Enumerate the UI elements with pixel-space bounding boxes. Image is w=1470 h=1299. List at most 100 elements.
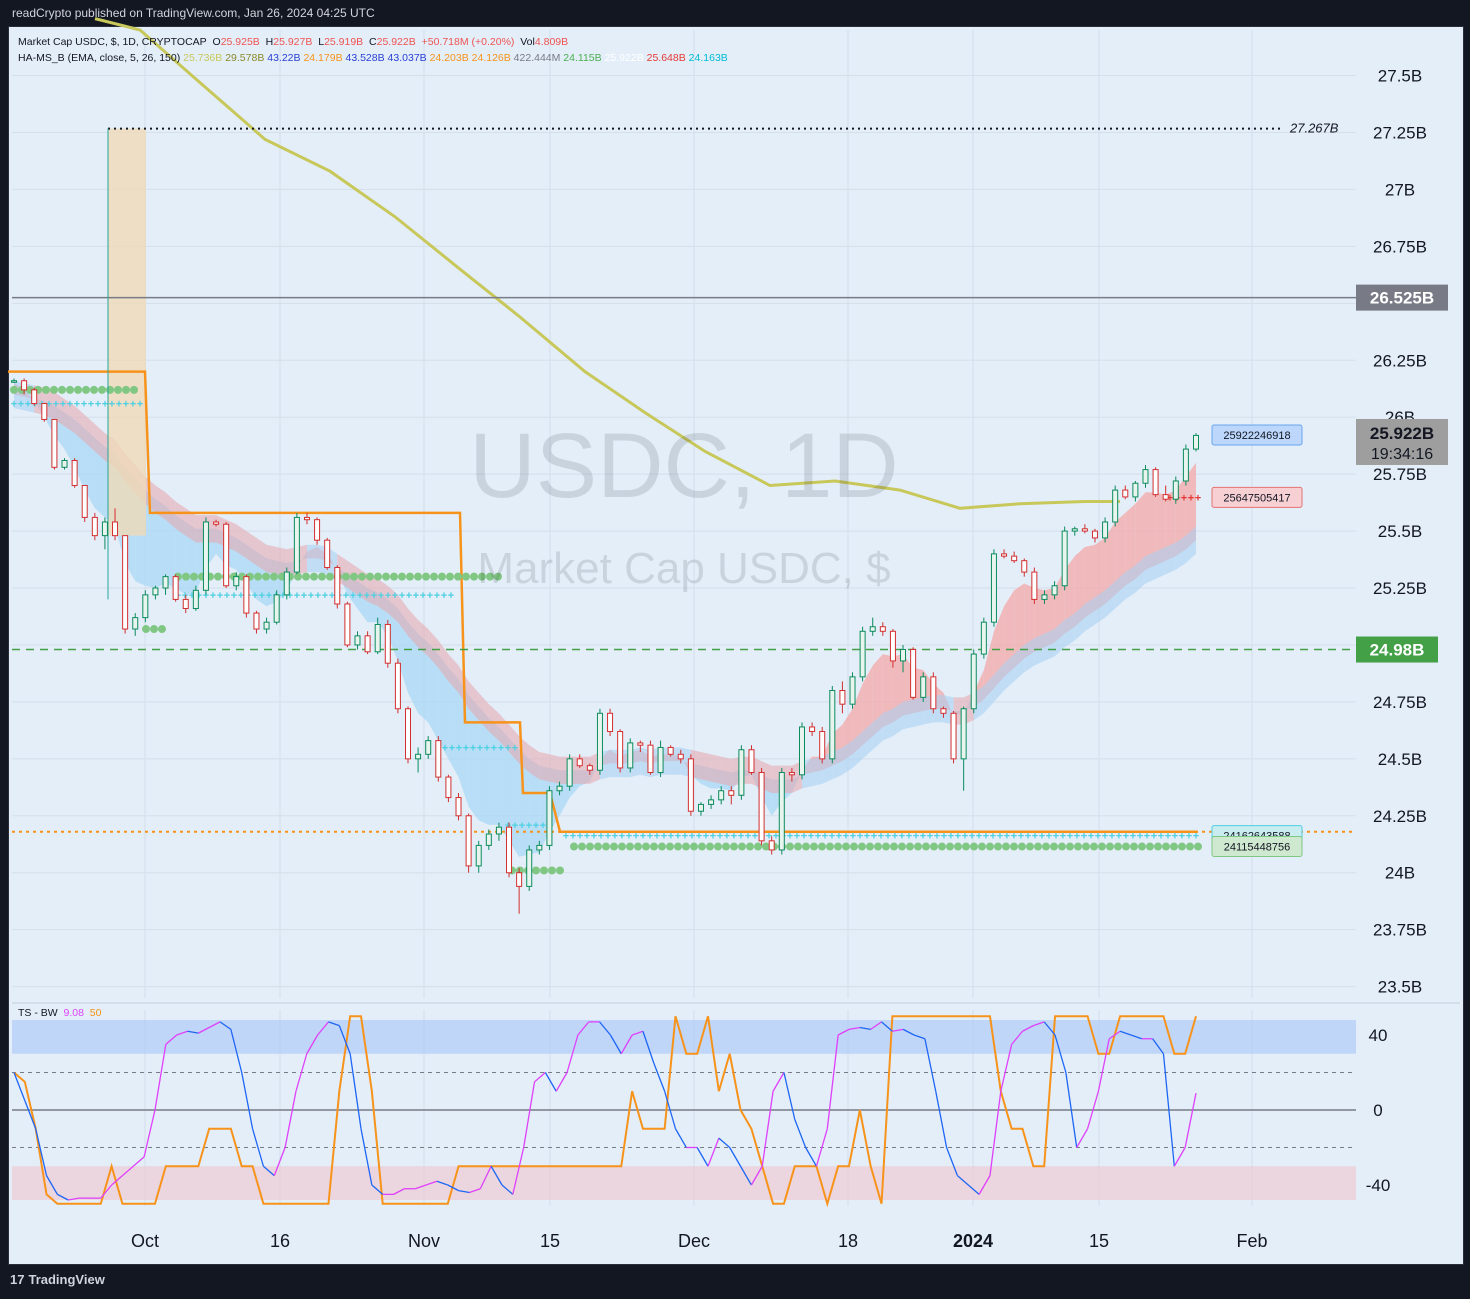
legend-high: 25.927B [273, 36, 313, 48]
time-tick-label: 2024 [953, 1231, 993, 1251]
legend-oscillator[interactable]: TS - BW 9.08 50 [18, 1007, 101, 1019]
support-dot [842, 842, 850, 851]
max-level-label: 27.267B [1289, 121, 1339, 136]
candle-body [112, 521, 119, 537]
candle-body [1001, 553, 1008, 557]
green-level-text: 24.98B [1370, 641, 1425, 660]
time-tick-label: Nov [408, 1231, 440, 1251]
candle-body [778, 772, 785, 851]
candle-body [71, 459, 78, 487]
cross-marker: + [385, 590, 391, 602]
candle-body [1172, 480, 1179, 500]
cross-marker: + [540, 820, 546, 832]
support-dot [1026, 842, 1034, 851]
candle-body [91, 516, 98, 537]
candle-body [526, 849, 533, 887]
support-dot [690, 842, 698, 851]
legend-vol-label: Vol [520, 36, 535, 48]
cross-marker: + [238, 590, 244, 602]
candle-body [1193, 434, 1199, 450]
candle-body [930, 676, 937, 710]
candle-body [516, 872, 523, 887]
support-dot [882, 842, 890, 851]
candle-body [283, 571, 290, 596]
osc-fast-segment [1184, 1092, 1197, 1148]
candle-body [849, 676, 856, 705]
support-dot [556, 866, 564, 875]
candle-body [101, 521, 108, 537]
candle-body [324, 539, 331, 569]
support-dot [906, 842, 914, 851]
osc-fast-segment [284, 1091, 297, 1148]
cross-marker: + [392, 590, 398, 602]
support-dot [674, 842, 682, 851]
legend-indicator-value: 43.528B [342, 52, 385, 64]
legend-indicator[interactable]: HA-MS_B (EMA, close, 5, 26, 150) 25.736B… [18, 52, 728, 64]
osc-fast-segment [805, 1147, 818, 1167]
legend-change: +50.718M (+0.20%) [421, 36, 515, 48]
cross-marker: + [448, 590, 454, 602]
candle-body [1132, 482, 1139, 498]
candle-body [384, 623, 391, 664]
legend-indicator-value: 24.179B [300, 52, 343, 64]
osc-fast-segment [696, 1147, 709, 1167]
cross-marker: + [364, 590, 370, 602]
legend-main[interactable]: Market Cap USDC, $, 1D, CRYPTOCAP O25.92… [18, 36, 568, 48]
osc-fast-segment [935, 1091, 948, 1148]
legend-indicator-value: 43.037B [384, 52, 427, 64]
cross-marker: + [519, 820, 525, 832]
support-dot [634, 842, 642, 851]
cross-marker: + [81, 399, 87, 411]
candle-body [455, 797, 462, 817]
support-dot [390, 572, 398, 581]
candle-body [495, 826, 502, 835]
price-tick-label: 27.25B [1373, 123, 1427, 142]
support-dot [794, 842, 802, 851]
candle-body [1182, 448, 1189, 482]
cross-marker: + [399, 590, 405, 602]
cross-marker: + [470, 742, 476, 754]
legend-indicator-name: HA-MS_B (EMA, close, 5, 26, 150) [18, 52, 181, 64]
cross-marker: + [434, 590, 440, 602]
candle-body [415, 753, 422, 760]
support-dot [954, 842, 962, 851]
cross-marker: + [102, 399, 108, 411]
ribbon-segment [1044, 629, 1055, 661]
price-badge-text: 26.525B [1370, 289, 1434, 308]
support-dot [730, 842, 738, 851]
support-dot [106, 385, 114, 394]
support-dot [978, 842, 986, 851]
support-dot [414, 572, 422, 581]
candle-body [960, 708, 967, 760]
footer-brand[interactable]: 17 TradingView [10, 1272, 105, 1287]
legend-indicator-value: 25.736B [183, 52, 223, 64]
candle-body [1021, 560, 1028, 573]
support-dot [430, 572, 438, 581]
value-tag-text: 25647505417 [1223, 492, 1290, 504]
candle-body [506, 826, 513, 874]
candle-body [728, 790, 735, 796]
legend-indicator-value: 24.126B [468, 52, 511, 64]
candle-body [192, 589, 199, 610]
watermark-subtitle: Market Cap USDC, $ [477, 544, 890, 593]
legend-volume: 4.809B [534, 36, 569, 48]
candle-body [1041, 594, 1048, 600]
candle-body [950, 712, 957, 760]
support-dot [358, 572, 366, 581]
osc-fast-segment [1076, 1128, 1089, 1148]
cross-marker: + [259, 590, 265, 602]
legend-c-label: C [369, 36, 377, 48]
support-dot [610, 842, 618, 851]
support-dot [786, 842, 794, 851]
osc-fast-segment [815, 1128, 828, 1167]
support-dot [1082, 842, 1090, 851]
chart-svg[interactable]: + + + + + + + + + + + + + + + + + ++ + + + + + + + + + + + + + + + + + + + + +… [0, 0, 1470, 1299]
support-dot [294, 572, 302, 581]
cross-marker: + [25, 399, 31, 411]
support-dot [1186, 842, 1194, 851]
support-dot [1130, 842, 1138, 851]
cross-marker: + [11, 399, 17, 411]
cross-marker: + [498, 742, 504, 754]
osc-fast-segment [349, 1053, 362, 1129]
candle-body [1102, 521, 1109, 539]
